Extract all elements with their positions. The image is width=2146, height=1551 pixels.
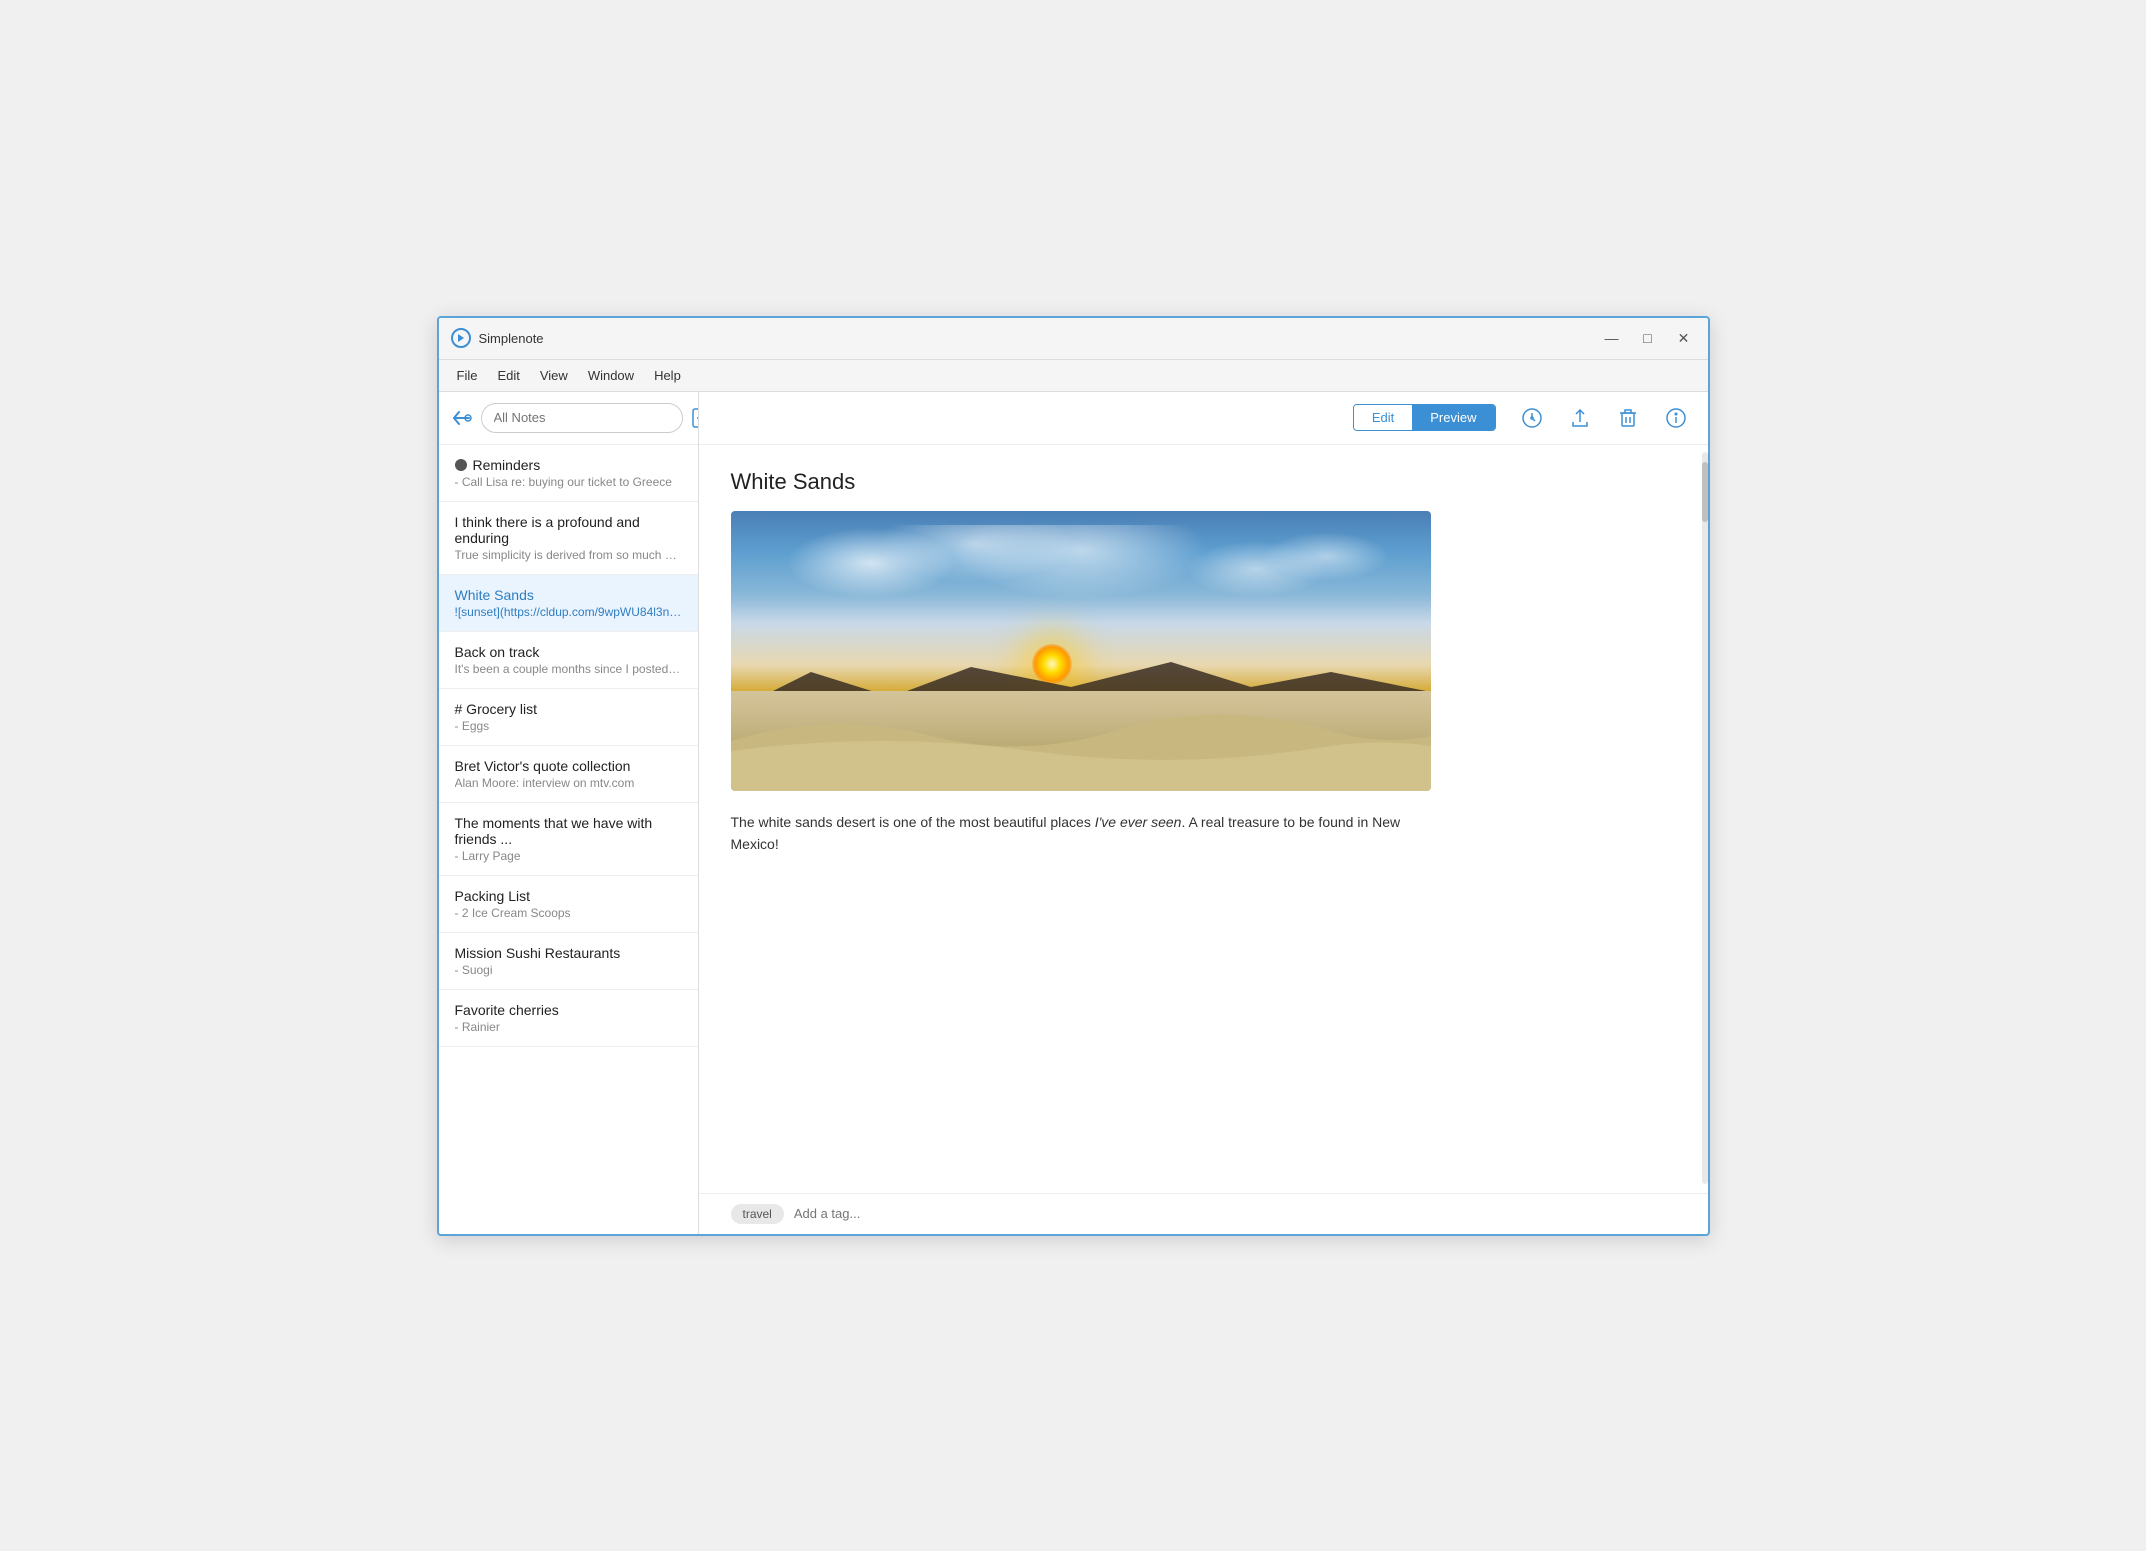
tag-input[interactable]	[794, 1206, 970, 1221]
note-title: Packing List	[455, 888, 682, 904]
edit-button[interactable]: Edit	[1354, 405, 1412, 430]
edit-preview-toggle: Edit Preview	[1353, 404, 1496, 431]
note-preview: True simplicity is derived from so much …	[455, 548, 682, 562]
radio-dot	[455, 459, 467, 471]
maximize-button[interactable]: □	[1636, 326, 1660, 350]
app-title: Simplenote	[479, 331, 1600, 346]
sidebar: Reminders - Call Lisa re: buying our tic…	[439, 392, 699, 1234]
window-controls: — □ ✕	[1600, 326, 1696, 350]
menu-edit[interactable]: Edit	[487, 364, 529, 387]
back-button[interactable]	[451, 402, 473, 434]
editor-panel: Edit Preview	[699, 392, 1708, 1234]
note-preview: - Rainier	[455, 1020, 682, 1034]
note-preview: - Suogi	[455, 963, 682, 977]
list-item[interactable]: Reminders - Call Lisa re: buying our tic…	[439, 445, 698, 502]
list-item[interactable]: Packing List - 2 Ice Cream Scoops	[439, 876, 698, 933]
list-item[interactable]: The moments that we have with friends ..…	[439, 803, 698, 876]
note-preview: Alan Moore: interview on mtv.com	[455, 776, 682, 790]
menu-window[interactable]: Window	[578, 364, 644, 387]
note-preview: It's been a couple months since I posted…	[455, 662, 682, 676]
list-item[interactable]: Back on track It's been a couple months …	[439, 632, 698, 689]
tag-chip[interactable]: travel	[731, 1204, 784, 1224]
sidebar-header	[439, 392, 698, 445]
menu-view[interactable]: View	[530, 364, 578, 387]
note-body: The white sands desert is one of the mos…	[731, 811, 1431, 856]
trash-button[interactable]	[1612, 402, 1644, 434]
clouds-layer	[731, 525, 1431, 651]
new-note-button[interactable]	[691, 402, 699, 434]
note-title: White Sands	[455, 587, 682, 603]
info-button[interactable]	[1660, 402, 1692, 434]
note-title: The moments that we have with friends ..…	[455, 815, 682, 847]
list-item[interactable]: White Sands ![sunset](https://cldup.com/…	[439, 575, 698, 632]
editor-content: White Sands	[699, 445, 1708, 1193]
list-item[interactable]: Bret Victor's quote collection Alan Moor…	[439, 746, 698, 803]
share-button[interactable]	[1564, 402, 1596, 434]
note-preview: - 2 Ice Cream Scoops	[455, 906, 682, 920]
note-preview: - Call Lisa re: buying our ticket to Gre…	[455, 475, 682, 489]
editor-footer: travel	[699, 1193, 1708, 1234]
note-title: # Grocery list	[455, 701, 682, 717]
preview-button[interactable]: Preview	[1412, 405, 1494, 430]
list-item[interactable]: Mission Sushi Restaurants - Suogi	[439, 933, 698, 990]
list-item[interactable]: Favorite cherries - Rainier	[439, 990, 698, 1047]
minimize-button[interactable]: —	[1600, 326, 1624, 350]
list-item[interactable]: # Grocery list - Eggs	[439, 689, 698, 746]
note-title: Back on track	[455, 644, 682, 660]
list-item[interactable]: I think there is a profound and enduring…	[439, 502, 698, 575]
note-preview: - Larry Page	[455, 849, 682, 863]
editor-actions	[1516, 402, 1692, 434]
note-preview: ![sunset](https://cldup.com/9wpWU84l3n.j…	[455, 605, 682, 619]
search-input[interactable]	[481, 403, 683, 433]
dunes	[731, 691, 1431, 791]
note-preview: - Eggs	[455, 719, 682, 733]
scrollbar-thumb[interactable]	[1702, 462, 1708, 522]
app-window: Simplenote — □ ✕ File Edit View Window H…	[437, 316, 1710, 1236]
app-logo	[451, 328, 471, 348]
main-content: Reminders - Call Lisa re: buying our tic…	[439, 392, 1708, 1234]
note-title: Reminders	[455, 457, 682, 473]
title-bar: Simplenote — □ ✕	[439, 318, 1708, 360]
menu-file[interactable]: File	[447, 364, 488, 387]
note-image-container	[731, 511, 1431, 791]
editor-toolbar: Edit Preview	[699, 392, 1708, 445]
note-title: I think there is a profound and enduring	[455, 514, 682, 546]
menu-help[interactable]: Help	[644, 364, 691, 387]
note-title: Favorite cherries	[455, 1002, 682, 1018]
note-heading: White Sands	[731, 469, 1676, 495]
menu-bar: File Edit View Window Help	[439, 360, 1708, 392]
note-image	[731, 511, 1431, 791]
close-button[interactable]: ✕	[1672, 326, 1696, 350]
notes-list: Reminders - Call Lisa re: buying our tic…	[439, 445, 698, 1234]
scrollbar[interactable]	[1702, 452, 1708, 1184]
note-title: Mission Sushi Restaurants	[455, 945, 682, 961]
history-button[interactable]	[1516, 402, 1548, 434]
note-title: Bret Victor's quote collection	[455, 758, 682, 774]
